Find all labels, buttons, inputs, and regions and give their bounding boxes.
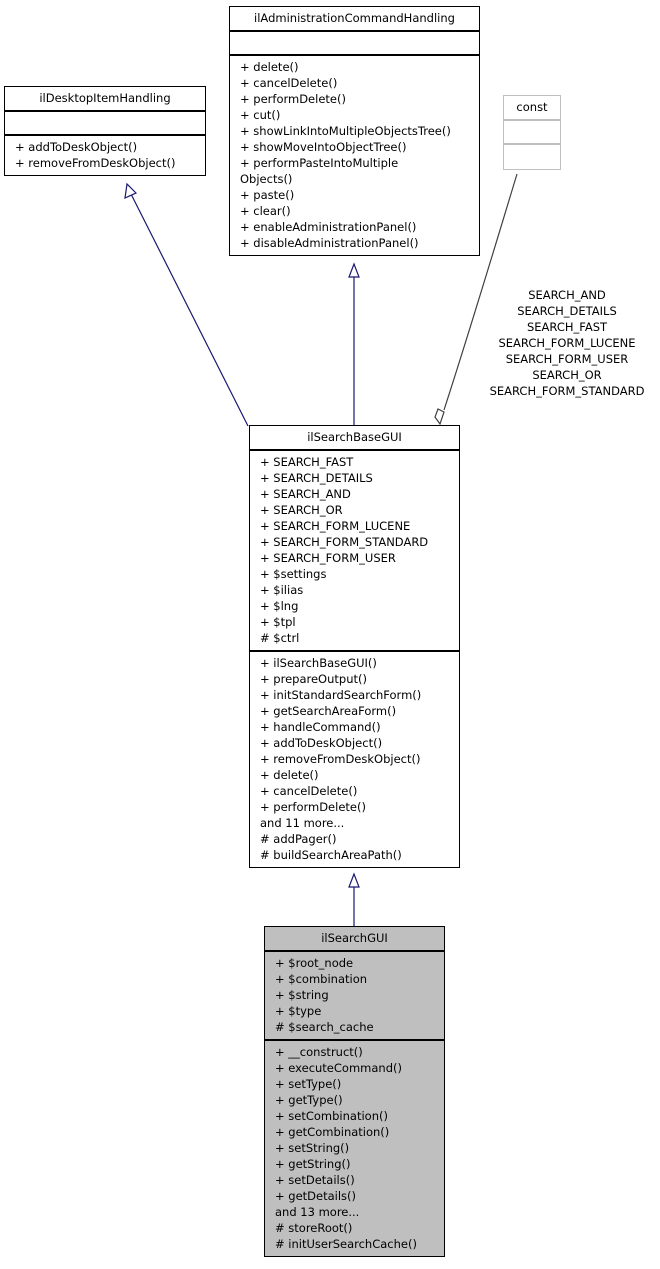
attribute-item: + $lng bbox=[260, 599, 299, 613]
method-item: # addPager() bbox=[260, 832, 337, 846]
class-name: const bbox=[504, 96, 560, 121]
method-item: + prepareOutput() bbox=[260, 672, 367, 686]
method-item: + ilSearchBaseGUI() bbox=[260, 656, 377, 670]
method-item: + clear() bbox=[240, 204, 291, 218]
class-name: ilAdministrationCommandHandling bbox=[230, 7, 479, 32]
method-item: + removeFromDeskObject() bbox=[260, 752, 421, 766]
method-item: # buildSearchAreaPath() bbox=[260, 848, 402, 862]
class-search-gui[interactable]: ilSearchGUI + $root_node + $combination + … bbox=[264, 926, 445, 1257]
method-item: and 11 more... bbox=[260, 816, 345, 830]
attribute-item: + $tpl bbox=[260, 615, 296, 629]
method-item: + __construct() bbox=[275, 1045, 363, 1059]
method-item: + cancelDelete() bbox=[260, 784, 358, 798]
attribute-item: + SEARCH_DETAILS bbox=[260, 471, 373, 485]
attribute-item: # $search_cache bbox=[275, 1020, 374, 1034]
attribute-item: + SEARCH_AND bbox=[260, 487, 351, 501]
method-item: + setCombination() bbox=[275, 1109, 388, 1123]
class-administration-command-handling[interactable]: ilAdministrationCommandHandling + delete… bbox=[229, 6, 480, 256]
class-const[interactable]: const bbox=[503, 95, 561, 170]
attributes-section bbox=[504, 121, 560, 145]
method-item: and 13 more... bbox=[275, 1205, 360, 1219]
attribute-item: + SEARCH_OR bbox=[260, 503, 343, 517]
inheritance-arrowhead-admin bbox=[348, 262, 360, 278]
method-item: + paste() bbox=[240, 188, 295, 202]
attribute-item: + $type bbox=[275, 1004, 322, 1018]
class-name: ilSearchGUI bbox=[265, 927, 444, 952]
method-item: + setString() bbox=[275, 1141, 350, 1155]
method-item: # initUserSearchCache() bbox=[275, 1237, 417, 1251]
method-item: + setDetails() bbox=[275, 1173, 355, 1187]
attributes-section bbox=[230, 32, 479, 56]
method-item: + enableAdministrationPanel() bbox=[240, 220, 417, 234]
method-item: + getCombination() bbox=[275, 1125, 390, 1139]
method-item: + disableAdministrationPanel() bbox=[240, 236, 419, 250]
attribute-item: + SEARCH_FAST bbox=[260, 455, 354, 469]
attribute-item: + $root_node bbox=[275, 956, 354, 970]
attribute-item: # $ctrl bbox=[260, 631, 300, 645]
attribute-item: + SEARCH_FORM_USER bbox=[260, 551, 396, 565]
method-item: + showLinkIntoMultipleObjectsTree() bbox=[240, 124, 451, 138]
method-item: + cancelDelete() bbox=[240, 76, 338, 90]
method-item: + getString() bbox=[275, 1157, 351, 1171]
attribute-item: + SEARCH_FORM_STANDARD bbox=[260, 535, 429, 549]
usage-label-line: SEARCH_FAST bbox=[526, 320, 608, 334]
method-item: + setType() bbox=[275, 1077, 342, 1091]
method-item: + getDetails() bbox=[275, 1189, 357, 1203]
attribute-item: + $ilias bbox=[260, 583, 304, 597]
method-item: + showMoveIntoObjectTree() bbox=[240, 140, 407, 154]
method-item: + executeCommand() bbox=[275, 1061, 402, 1075]
method-item: + addToDeskObject() bbox=[260, 736, 383, 750]
method-item: + performPasteIntoMultiple bbox=[240, 156, 399, 170]
methods-section: + delete() + cancelDelete() + performDelet… bbox=[230, 56, 479, 255]
const-usage-label: SEARCH_AND SEARCH_DETAILS SEARCH_FAST SEARC… bbox=[478, 287, 656, 399]
method-item: + performDelete() bbox=[240, 92, 346, 106]
methods-section: + __construct() + executeCommand() + setTy… bbox=[265, 1041, 444, 1256]
usage-diamond-const bbox=[434, 408, 445, 426]
usage-label-line: SEARCH_OR bbox=[532, 368, 602, 382]
method-item: + cut() bbox=[240, 108, 281, 122]
class-search-base-gui[interactable]: ilSearchBaseGUI + SEARCH_FAST + SEARCH_DE… bbox=[249, 425, 460, 868]
attribute-item: + $settings bbox=[260, 567, 327, 581]
usage-label-line: SEARCH_FORM_STANDARD bbox=[489, 384, 645, 398]
method-item: Objects() bbox=[240, 172, 293, 186]
attributes-section: + SEARCH_FAST + SEARCH_DETAILS + SEARCH_AN… bbox=[250, 451, 459, 652]
usage-label-line: SEARCH_FORM_USER bbox=[505, 352, 629, 366]
attribute-item: + $combination bbox=[275, 972, 368, 986]
method-item: + addToDeskObject() bbox=[15, 140, 138, 154]
attributes-section: + $root_node + $combination + $string + $ty… bbox=[265, 952, 444, 1041]
method-item: + removeFromDeskObject() bbox=[15, 156, 176, 170]
method-item: + delete() bbox=[240, 60, 299, 74]
inheritance-arrowhead-desktop bbox=[124, 182, 138, 199]
inheritance-arrowhead-searchbase bbox=[348, 872, 360, 888]
class-desktop-item-handling[interactable]: ilDesktopItemHandling + addToDeskObject(… bbox=[4, 86, 206, 176]
class-name: ilDesktopItemHandling bbox=[5, 87, 205, 112]
methods-section bbox=[504, 145, 560, 169]
attribute-item: + SEARCH_FORM_LUCENE bbox=[260, 519, 411, 533]
usage-label-line: SEARCH_FORM_LUCENE bbox=[498, 336, 636, 350]
method-item: # storeRoot() bbox=[275, 1221, 353, 1235]
method-item: + getSearchAreaForm() bbox=[260, 704, 397, 718]
method-item: + performDelete() bbox=[260, 800, 366, 814]
method-item: + delete() bbox=[260, 768, 319, 782]
method-item: + initStandardSearchForm() bbox=[260, 688, 422, 702]
methods-section: + ilSearchBaseGUI() + prepareOutput() + in… bbox=[250, 652, 459, 867]
method-item: + getType() bbox=[275, 1093, 343, 1107]
attributes-section bbox=[5, 112, 205, 136]
methods-section: + addToDeskObject() + removeFromDeskObjec… bbox=[5, 136, 205, 175]
usage-label-line: SEARCH_DETAILS bbox=[517, 304, 617, 318]
method-item: + handleCommand() bbox=[260, 720, 381, 734]
attribute-item: + $string bbox=[275, 988, 329, 1002]
class-name: ilSearchBaseGUI bbox=[250, 426, 459, 451]
usage-label-line: SEARCH_AND bbox=[528, 288, 606, 302]
